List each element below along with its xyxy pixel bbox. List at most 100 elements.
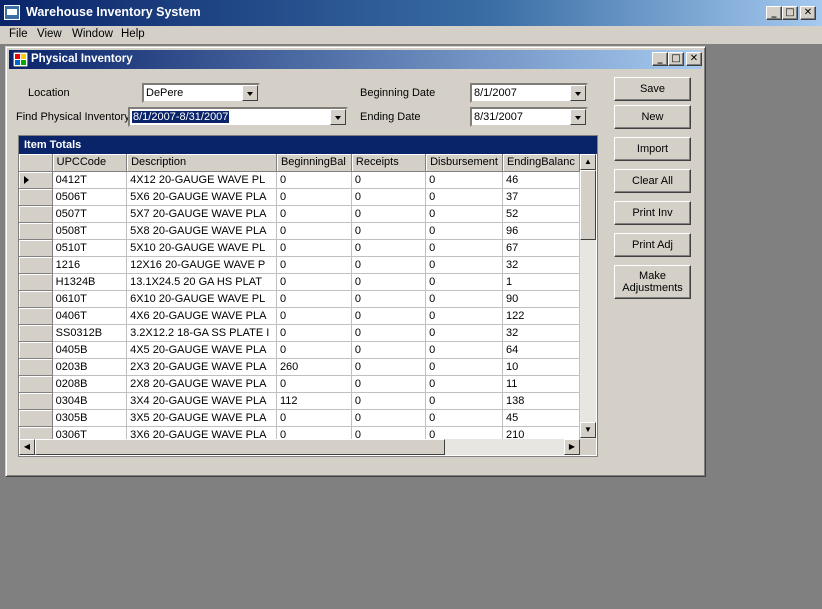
grid-cell[interactable]: 0412T [52,171,128,189]
row-header[interactable] [19,375,53,393]
scroll-left-icon[interactable]: ◀ [19,439,35,455]
clear-all-button[interactable]: Clear All [614,169,691,193]
grid-cell[interactable]: 3X5 20-GAUGE WAVE PLA [126,409,277,427]
horizontal-scrollbar[interactable]: ◀ ▶ [19,439,580,455]
grid-cell[interactable]: 0 [351,358,427,376]
grid-cell[interactable]: 138 [502,392,580,410]
grid-cell[interactable]: 0610T [52,290,128,308]
grid-cell[interactable]: 0 [425,358,503,376]
table-row[interactable]: 0208B 2X8 20-GAUGE WAVE PLA 0 0 0 11 [19,375,580,393]
grid-cell[interactable]: 0510T [52,239,128,257]
grid-cell[interactable]: 0 [351,290,427,308]
grid-cell[interactable]: 0 [425,392,503,410]
save-button[interactable]: Save [614,77,691,101]
vertical-scroll-thumb[interactable] [580,170,596,240]
grid-cell[interactable]: 32 [502,256,580,274]
grid-cell[interactable]: 2X8 20-GAUGE WAVE PLA [126,375,277,393]
grid-cell[interactable]: 45 [502,409,580,427]
beginning-date-picker[interactable]: 8/1/2007 [470,83,588,103]
row-header[interactable] [19,273,53,291]
grid-cell[interactable]: 3.2X12.2 18-GA SS PLATE I [126,324,277,342]
chevron-down-icon[interactable] [242,85,258,101]
table-row[interactable]: 0610T 6X10 20-GAUGE WAVE PL 0 0 0 90 [19,290,580,308]
menu-file[interactable]: File [9,28,28,40]
row-header[interactable] [19,341,53,359]
grid-cell[interactable]: 0 [351,171,427,189]
table-row[interactable]: 0405B 4X5 20-GAUGE WAVE PLA 0 0 0 64 [19,341,580,359]
grid-cell[interactable]: 0506T [52,188,128,206]
grid-cell[interactable]: 0 [276,188,352,206]
grid-cell[interactable]: 0 [351,341,427,359]
grid-cell[interactable]: 0 [351,205,427,223]
row-header[interactable] [19,392,53,410]
grid-cell[interactable]: 6X10 20-GAUGE WAVE PL [126,290,277,308]
grid-cell[interactable]: 0 [351,239,427,257]
child-maximize-icon[interactable]: □ [668,52,684,66]
grid-cell[interactable]: 0 [276,409,352,427]
table-row[interactable]: 0203B 2X3 20-GAUGE WAVE PLA 260 0 0 10 [19,358,580,376]
grid-cell[interactable]: 0 [425,188,503,206]
grid-cell[interactable]: 0 [351,409,427,427]
grid-cell[interactable]: 0 [276,273,352,291]
grid-cell[interactable]: SS0312B [52,324,128,342]
row-header[interactable] [19,358,53,376]
grid-cell[interactable]: 4X12 20-GAUGE WAVE PL [126,171,277,189]
grid-cell[interactable]: 0 [425,324,503,342]
table-row[interactable]: 0304B 3X4 20-GAUGE WAVE PLA 112 0 0 138 [19,392,580,410]
find-inventory-combo[interactable]: 8/1/2007-8/31/2007 [128,107,348,127]
grid-cell[interactable]: 13.1X24.5 20 GA HS PLAT [126,273,277,291]
table-row[interactable]: 0507T 5X7 20-GAUGE WAVE PLA 0 0 0 52 [19,205,580,223]
row-header[interactable] [19,324,53,342]
grid-cell[interactable]: H1324B [52,273,128,291]
column-header[interactable]: Disbursement [425,154,503,172]
grid-cell[interactable]: 1 [502,273,580,291]
grid-cell[interactable]: 2X3 20-GAUGE WAVE PLA [126,358,277,376]
grid-cell[interactable]: 260 [276,358,352,376]
close-icon[interactable]: ✕ [800,6,816,20]
grid-cell[interactable]: 5X8 20-GAUGE WAVE PLA [126,222,277,240]
grid-cell[interactable]: 0 [276,290,352,308]
row-header[interactable] [19,188,53,206]
location-combo[interactable]: DePere [142,83,260,103]
table-row[interactable]: 0506T 5X6 20-GAUGE WAVE PLA 0 0 0 37 [19,188,580,206]
grid-cell[interactable]: 12X16 20-GAUGE WAVE P [126,256,277,274]
chevron-down-icon[interactable] [570,85,586,101]
grid-cell[interactable]: 0 [276,256,352,274]
grid-cell[interactable]: 0 [276,375,352,393]
grid-cell[interactable]: 0 [351,307,427,325]
column-header[interactable]: EndingBalanc [502,154,580,172]
row-header[interactable] [19,205,53,223]
child-minimize-icon[interactable]: _ [652,52,668,66]
row-header[interactable] [19,239,53,257]
grid-cell[interactable]: 0 [276,205,352,223]
grid-cell[interactable]: 4X6 20-GAUGE WAVE PLA [126,307,277,325]
grid-cell[interactable]: 0208B [52,375,128,393]
grid-cell[interactable]: 0 [276,307,352,325]
menu-window[interactable]: Window [72,28,113,40]
grid-cell[interactable]: 0 [425,256,503,274]
new-button[interactable]: New [614,105,691,129]
grid-cell[interactable]: 0405B [52,341,128,359]
grid-cell[interactable]: 0 [351,222,427,240]
grid-cell[interactable]: 37 [502,188,580,206]
column-header[interactable]: Receipts [351,154,427,172]
grid-cell[interactable]: 0507T [52,205,128,223]
grid-cell[interactable]: 0304B [52,392,128,410]
grid-cell[interactable]: 0 [351,375,427,393]
horizontal-scroll-thumb[interactable] [35,439,445,455]
scroll-up-icon[interactable]: ▲ [580,154,596,170]
grid-cell[interactable]: 0 [425,409,503,427]
grid-cell[interactable]: 5X7 20-GAUGE WAVE PLA [126,205,277,223]
grid-cell[interactable]: 0 [351,256,427,274]
print-inv-button[interactable]: Print Inv [614,201,691,225]
chevron-down-icon[interactable] [570,109,586,125]
table-row[interactable]: 0305B 3X5 20-GAUGE WAVE PLA 0 0 0 45 [19,409,580,427]
grid-cell[interactable]: 11 [502,375,580,393]
row-header[interactable] [19,307,53,325]
grid-cell[interactable]: 112 [276,392,352,410]
current-row-indicator[interactable] [19,171,53,189]
chevron-down-icon[interactable] [330,109,346,125]
grid-cell[interactable]: 5X10 20-GAUGE WAVE PL [126,239,277,257]
import-button[interactable]: Import [614,137,691,161]
grid-cell[interactable]: 0 [425,307,503,325]
